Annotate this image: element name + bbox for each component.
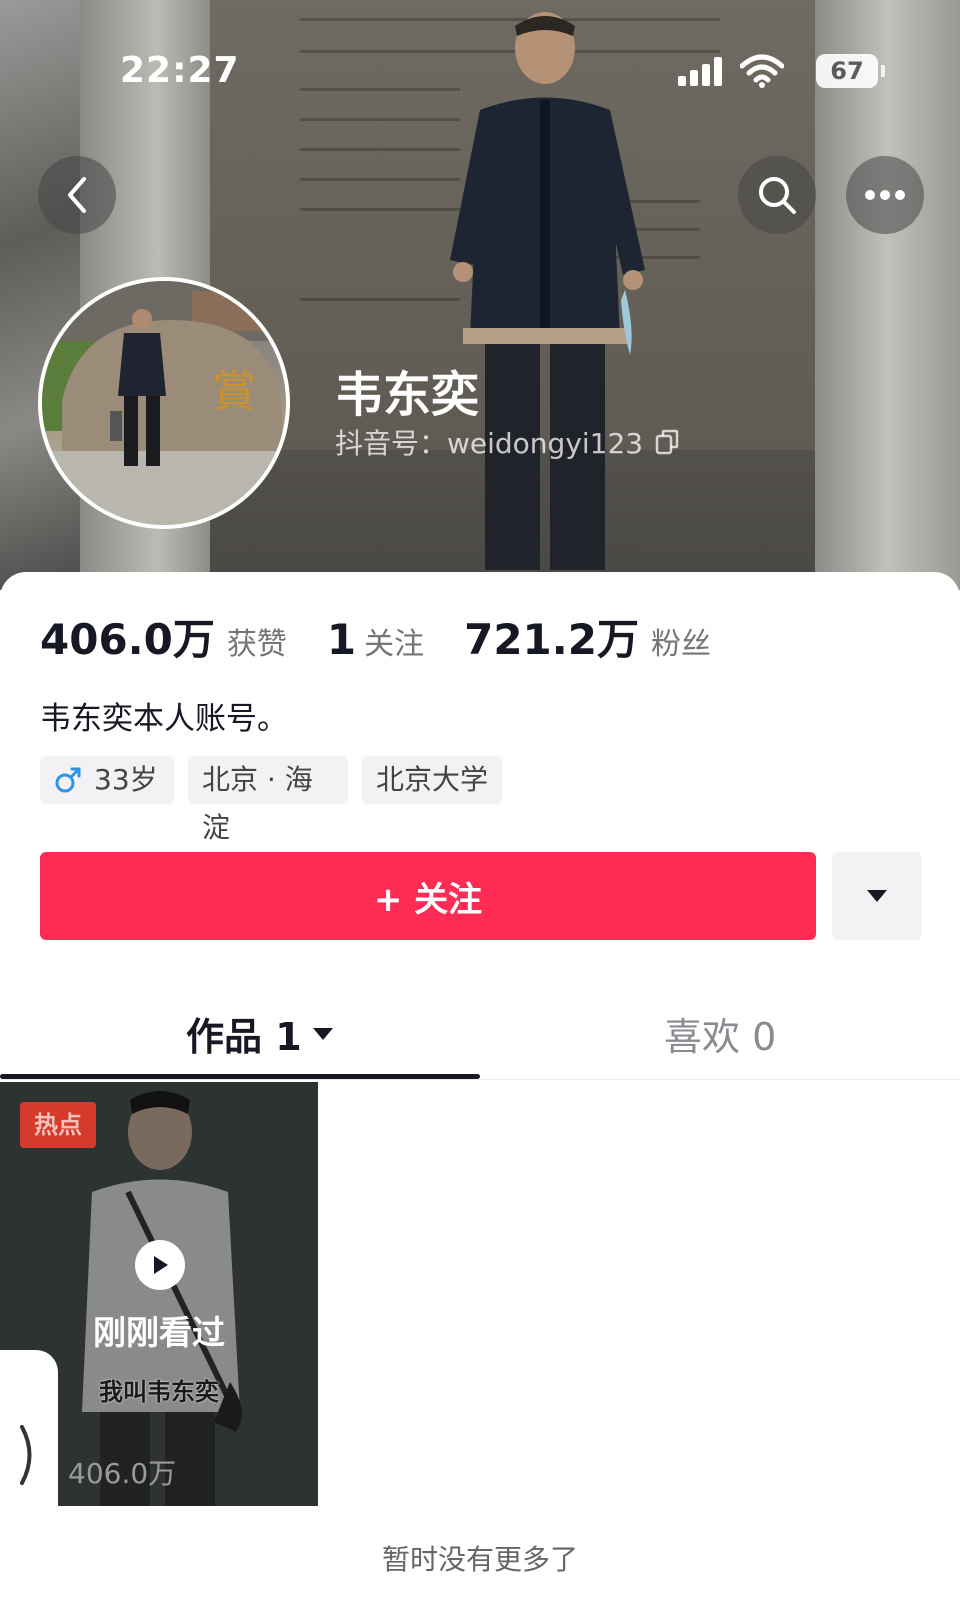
stat-followers[interactable]: 721.2万 粉丝 (464, 606, 711, 667)
stat-following[interactable]: 1 关注 (327, 615, 424, 664)
tab-works-label: 作品 1 (186, 1015, 302, 1059)
signal-icon (678, 57, 722, 86)
tab-works[interactable]: 作品 1 (186, 1006, 334, 1061)
stats-row: 406.0万 获赞 1 关注 721.2万 粉丝 (40, 606, 711, 667)
no-more-content-text: 暂时没有更多了 (381, 1543, 578, 1576)
caret-down-icon (312, 1027, 333, 1040)
chevron-right-icon (20, 1425, 32, 1485)
avatar[interactable]: 賞 (38, 277, 290, 529)
stat-likes[interactable]: 406.0万 获赞 (40, 606, 287, 667)
search-icon (759, 177, 796, 214)
stat-label: 粉丝 (650, 627, 711, 662)
recently-watched-label: 刚刚看过 (93, 1313, 225, 1352)
cover-rock (0, 0, 80, 590)
play-icon (154, 1256, 168, 1274)
stat-value: 406.0万 (40, 615, 215, 664)
recommend-dropdown-button[interactable] (832, 852, 922, 940)
tag-location: 北京 · 海淀 (188, 756, 348, 844)
douyin-id: 抖音号：weidongyi123 (335, 427, 644, 460)
more-icon (865, 190, 905, 200)
douyin-id-row[interactable]: 抖音号：weidongyi123 (335, 422, 679, 462)
battery-indicator: 67 (816, 54, 878, 88)
cover-person (450, 12, 645, 570)
stat-label: 关注 (364, 627, 425, 662)
tag-school: 北京大学 (362, 756, 502, 804)
wifi-icon (740, 54, 784, 88)
tab-divider (0, 1079, 960, 1080)
cover-pillar-right (815, 0, 960, 590)
play-button[interactable] (135, 1240, 185, 1290)
nickname: 韦东奕 (335, 367, 480, 423)
male-icon (55, 767, 81, 793)
copy-icon[interactable] (655, 429, 679, 455)
back-button[interactable] (38, 156, 116, 234)
avatar-photo: 賞 (42, 281, 286, 525)
bio-text: 韦东奕本人账号。 (40, 701, 288, 737)
chevron-down-icon (867, 890, 887, 902)
tag-age: 33岁 (40, 756, 174, 804)
hot-badge: 热点 (20, 1102, 96, 1148)
stat-value: 721.2万 (464, 615, 639, 664)
tag-age-label: 33岁 (94, 763, 158, 796)
status-time: 22:27 (120, 50, 240, 91)
search-button[interactable] (738, 156, 816, 234)
battery-nub (881, 65, 885, 77)
stat-label: 获赞 (226, 627, 287, 662)
side-expand-handle[interactable] (0, 1350, 58, 1560)
tab-likes[interactable]: 喜欢 0 (664, 1006, 776, 1061)
svg-text:賞: 賞 (212, 366, 256, 417)
more-button[interactable] (846, 156, 924, 234)
back-icon (68, 177, 86, 213)
video-like-count: 406.0万 (68, 1457, 177, 1490)
stat-value: 1 (326, 615, 357, 664)
follow-button[interactable]: + 关注 (40, 852, 816, 940)
